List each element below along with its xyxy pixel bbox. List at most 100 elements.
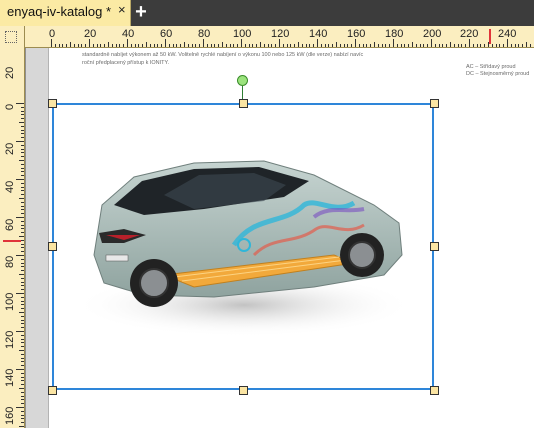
tab-document[interactable]: enyaq-iv-katalog * × xyxy=(0,0,131,26)
ruler-tick xyxy=(362,44,364,47)
body-text-line[interactable]: roční předplacený přístup k IONITY. xyxy=(82,60,169,66)
ruler-tick xyxy=(138,44,140,47)
ruler-tick xyxy=(16,407,24,408)
ruler-tick xyxy=(21,285,24,287)
resize-handle-bottom-right[interactable] xyxy=(430,386,439,395)
cursor-marker-horizontal xyxy=(489,29,491,44)
ruler-tick xyxy=(16,255,24,256)
body-text-line[interactable]: standardně nabíjet výkonem až 50 kW. Vol… xyxy=(82,52,363,58)
resize-handle-top-right[interactable] xyxy=(430,99,439,108)
ruler-label: 40 xyxy=(122,28,135,40)
ruler-tick xyxy=(453,44,455,47)
ruler-tick xyxy=(21,281,24,283)
horizontal-ruler[interactable]: 0 20 40 60 80 100 120 140 160 180 200 22… xyxy=(0,26,534,48)
ruler-tick xyxy=(465,44,467,47)
ruler-tick xyxy=(89,39,90,47)
ruler-tick xyxy=(442,44,444,47)
resize-handle-bottom[interactable] xyxy=(239,386,248,395)
ruler-label: 160 xyxy=(4,406,16,425)
close-tab-icon[interactable]: × xyxy=(118,2,126,17)
ruler-tick xyxy=(19,236,24,237)
ruler-label: 200 xyxy=(423,28,442,40)
ruler-tick xyxy=(21,167,24,169)
ruler-tick xyxy=(320,44,322,47)
ruler-tick xyxy=(507,39,508,47)
ruler-tick xyxy=(21,357,24,359)
ruler-tick xyxy=(332,44,334,47)
ruler-tick xyxy=(21,186,24,188)
ruler-tick xyxy=(142,44,144,47)
ruler-tick xyxy=(529,44,531,47)
resize-handle-top[interactable] xyxy=(239,99,248,108)
ruler-tick xyxy=(161,44,163,47)
ruler-tick xyxy=(21,190,24,192)
ruler-label: 40 xyxy=(4,180,16,193)
ruler-tick xyxy=(222,42,223,47)
resize-handle-right[interactable] xyxy=(430,242,439,251)
ruler-tick xyxy=(146,42,147,47)
ruler-tick xyxy=(19,388,24,389)
tab-bar: enyaq-iv-katalog * × + xyxy=(0,0,534,26)
ruler-tick xyxy=(51,39,52,47)
ruler-label: 0 xyxy=(4,103,16,110)
cursor-marker-vertical xyxy=(3,240,21,242)
ruler-label: 120 xyxy=(271,28,290,40)
ruler-tick xyxy=(21,304,24,306)
ruler-tick xyxy=(149,44,151,47)
ruler-tick xyxy=(484,44,486,47)
ruler-tick xyxy=(21,380,24,382)
ruler-tick xyxy=(377,44,379,47)
ruler-tick xyxy=(92,44,94,47)
ruler-tick xyxy=(16,331,24,332)
ruler-tick xyxy=(503,44,505,47)
ruler-tick xyxy=(510,44,512,47)
ruler-tick xyxy=(343,44,345,47)
ruler-tick xyxy=(81,44,83,47)
resize-handle-bottom-left[interactable] xyxy=(48,386,57,395)
ruler-tick xyxy=(16,217,24,218)
add-tab-button[interactable]: + xyxy=(132,2,150,23)
rotation-handle[interactable] xyxy=(237,75,248,86)
ruler-tick xyxy=(58,44,60,47)
ruler-tick xyxy=(21,300,24,302)
ruler-tick xyxy=(252,44,254,47)
note-text-line[interactable]: AC – Střídavý proud xyxy=(466,64,516,70)
ruler-tick xyxy=(203,39,204,47)
ruler-label: 160 xyxy=(347,28,366,40)
ruler-tick xyxy=(21,270,24,272)
ruler-tick xyxy=(298,42,299,47)
ruler-tick xyxy=(21,239,24,241)
ruler-tick xyxy=(21,220,24,222)
ruler-tick xyxy=(21,391,24,393)
ruler-tick xyxy=(21,118,24,120)
ruler-origin-button[interactable] xyxy=(0,26,25,48)
ruler-tick xyxy=(358,44,360,47)
ruler-tick xyxy=(108,42,109,47)
ruler-tick xyxy=(115,44,117,47)
ruler-tick xyxy=(165,39,166,47)
ruler-tick xyxy=(423,44,425,47)
ruler-tick xyxy=(415,44,417,47)
resize-handle-left[interactable] xyxy=(48,242,57,251)
ruler-tick xyxy=(21,194,24,196)
ruler-label: 80 xyxy=(198,28,211,40)
ruler-tick xyxy=(400,44,402,47)
ruler-tick xyxy=(21,319,24,321)
ruler-tick xyxy=(21,171,24,173)
selected-image-frame[interactable] xyxy=(52,103,434,390)
ruler-tick xyxy=(187,44,189,47)
ruler-tick xyxy=(214,44,216,47)
ruler-tick xyxy=(153,44,155,47)
resize-handle-top-left[interactable] xyxy=(48,99,57,108)
ruler-tick xyxy=(218,44,220,47)
ruler-tick xyxy=(518,44,520,47)
vertical-ruler[interactable]: 20 0 20 40 60 80 100 120 140 160 xyxy=(0,47,25,428)
ruler-tick xyxy=(241,39,242,47)
ruler-tick xyxy=(347,44,349,47)
ruler-tick xyxy=(21,182,24,184)
ruler-tick xyxy=(248,44,250,47)
note-text-line[interactable]: DC – Stejnosměrný proud xyxy=(466,71,529,77)
ruler-tick xyxy=(267,44,269,47)
ruler-label: 120 xyxy=(4,330,16,349)
ruler-tick xyxy=(21,251,24,253)
